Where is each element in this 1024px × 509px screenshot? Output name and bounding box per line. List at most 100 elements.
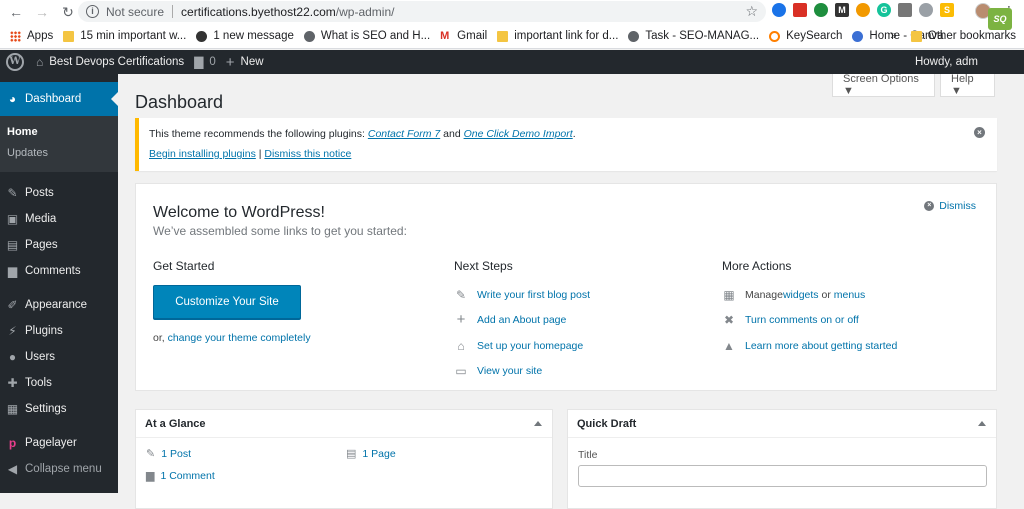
sidebar-item-pages[interactable]: ▤ Pages [0, 232, 118, 258]
title-field-label: Title [578, 449, 598, 461]
setup-homepage-link[interactable]: Set up your homepage [477, 340, 583, 352]
howdy-user-menu[interactable]: Howdy, adm [915, 56, 978, 68]
customize-your-site-button[interactable]: Customize Your Site [153, 285, 301, 319]
list-item: ⌂ Set up your homepage [454, 333, 590, 359]
change-theme-link[interactable]: change your theme completely [168, 332, 311, 344]
other-bookmarks[interactable]: Other bookmarks [928, 30, 1016, 42]
bookmark-item[interactable]: important link for d... [497, 30, 618, 42]
comment-toggle-icon: ✖ [723, 313, 735, 328]
screen-options-button[interactable]: Screen Options ▼ [832, 73, 935, 97]
bookmark-item[interactable]: Task - SEO-MANAG... [628, 30, 759, 42]
post-count-link[interactable]: ✎ 1 Post [146, 447, 191, 461]
collapse-toggle-icon[interactable] [978, 421, 986, 426]
dismiss-notice-link[interactable]: Dismiss this notice [264, 148, 351, 160]
quick-draft-title[interactable]: Quick Draft [568, 410, 996, 438]
edit-page-icon: ✎ [455, 287, 467, 302]
sidebar-item-media[interactable]: ▣ Media [0, 206, 118, 232]
site-name-link[interactable]: ⌂ Best Devops Certifications [36, 55, 184, 69]
bookmark-item[interactable]: What is SEO and H... [303, 30, 430, 42]
sidebar-item-label: Pagelayer [25, 437, 77, 449]
submenu-item-updates[interactable]: Updates [0, 143, 118, 164]
learn-more-link[interactable]: Learn more about getting started [745, 340, 897, 352]
seo-extension-icon[interactable] [856, 3, 870, 17]
info-icon[interactable]: i [86, 5, 99, 18]
wp-admin-bar: W ⌂ Best Devops Certifications ▇ 0 + New… [0, 50, 1024, 74]
sidebar-item-appearance[interactable]: ✐ Appearance [0, 292, 118, 318]
gmail-icon: M [440, 29, 450, 42]
collapse-menu-button[interactable]: ◀ Collapse menu [0, 456, 118, 482]
bookmark-item[interactable]: KeySearch [769, 30, 842, 42]
page-count: 1 Page [362, 447, 396, 460]
sidebar-item-label: Tools [25, 377, 52, 389]
sidebar-item-label: Appearance [25, 299, 88, 311]
paintbrush-icon: ✐ [7, 297, 18, 312]
grammar-extension-icon[interactable] [814, 3, 828, 17]
list-item: ▭ View your site [454, 359, 590, 385]
forward-icon[interactable]: → [32, 2, 52, 22]
collapse-toggle-icon[interactable] [534, 421, 542, 426]
seoquake-icon[interactable]: SQ [988, 8, 1012, 30]
back-icon[interactable]: ← [6, 2, 26, 22]
bookmark-apps[interactable]: Apps [10, 30, 53, 42]
comments-link[interactable]: ▇ 0 [194, 55, 216, 69]
sidebar-item-comments[interactable]: ▆ Comments [0, 258, 118, 284]
grammarly-extension-icon[interactable]: G [877, 3, 891, 17]
notice-close-icon[interactable]: × [974, 127, 985, 138]
or-text: or, [153, 332, 168, 344]
sidebar-item-posts[interactable]: ✎ Posts [0, 180, 118, 206]
new-content-menu[interactable]: + New [226, 54, 264, 71]
sidebar-item-settings[interactable]: ▦ Settings [0, 396, 118, 422]
list-item: ▲ Learn more about getting started [722, 333, 897, 359]
post-count: 1 Post [161, 447, 191, 460]
m-extension-icon[interactable]: M [835, 3, 849, 17]
bookmarks-bar: Apps 15 min important w... 1 new message… [0, 24, 1024, 49]
widgets-link[interactable]: widgets [783, 289, 819, 301]
bookmark-item[interactable]: M Gmail [440, 30, 487, 42]
comment-count-link[interactable]: ▆ 1 Comment [146, 469, 215, 483]
sidebar-item-pagelayer[interactable]: p Pagelayer [0, 430, 118, 456]
one-click-demo-import-link[interactable]: One Click Demo Import [464, 128, 573, 140]
bookmarks-overflow-button[interactable]: » [890, 30, 896, 42]
add-about-page-link[interactable]: Add an About page [477, 314, 566, 326]
bookmark-label: KeySearch [786, 30, 843, 42]
sidebar-item-tools[interactable]: ✚ Tools [0, 370, 118, 396]
sidebar-item-dashboard[interactable]: ◕ Dashboard [0, 82, 118, 116]
bookmark-item[interactable]: 1 new message [196, 30, 294, 42]
bookmark-item[interactable]: 15 min important w... [63, 30, 186, 42]
sidebar-item-plugins[interactable]: ⚡ Plugins [0, 318, 118, 344]
drive-extension-icon[interactable] [898, 3, 912, 17]
s-extension-icon[interactable]: S [940, 3, 954, 17]
write-first-post-link[interactable]: Write your first blog post [477, 289, 590, 301]
welcome-dismiss-link[interactable]: × Dismiss [924, 200, 976, 212]
folder-icon [497, 30, 509, 42]
sidebar-item-label: Users [25, 351, 56, 363]
wordpress-logo-icon[interactable]: W [6, 53, 24, 71]
page-count-link[interactable]: ▤ 1 Page [346, 447, 396, 461]
admin-sidebar: ◕ Dashboard Home Updates ✎ Posts ▣ Media ▤… [0, 74, 118, 493]
address-bar[interactable]: i Not secure certifications.byethost22.c… [78, 1, 766, 22]
contact-form-7-link[interactable]: Contact Form 7 [368, 128, 440, 140]
turn-comments-link[interactable]: Turn comments on or off [745, 314, 859, 326]
sidebar-item-label: Dashboard [25, 93, 82, 105]
draft-title-input[interactable] [578, 465, 987, 487]
submenu-item-home[interactable]: Home [0, 122, 118, 143]
bookmark-star-icon[interactable]: ☆ [745, 3, 758, 20]
media-icon: ▣ [6, 211, 19, 226]
sidebar-item-label: Plugins [25, 325, 63, 337]
page-title: Dashboard [135, 92, 224, 112]
dismiss-label: Dismiss [939, 200, 976, 212]
menus-link[interactable]: menus [834, 289, 866, 301]
folder-icon [910, 30, 922, 42]
view-your-site-link[interactable]: View your site [477, 365, 542, 377]
list-item: ✖ Turn comments on or off [722, 308, 897, 334]
pushpin-icon: ✎ [7, 185, 18, 200]
mail-extension-icon[interactable] [919, 3, 933, 17]
list-item: ✎ Write your first blog post [454, 282, 590, 308]
sidebar-item-users[interactable]: ● Users [0, 344, 118, 370]
pdf-extension-icon[interactable] [793, 3, 807, 17]
help-button[interactable]: Help ▼ [940, 73, 995, 97]
user-extension-icon[interactable] [772, 3, 786, 17]
glance-title[interactable]: At a Glance [136, 410, 552, 438]
reload-icon[interactable]: ↻ [58, 2, 78, 22]
begin-installing-plugins-link[interactable]: Begin installing plugins [149, 148, 256, 160]
